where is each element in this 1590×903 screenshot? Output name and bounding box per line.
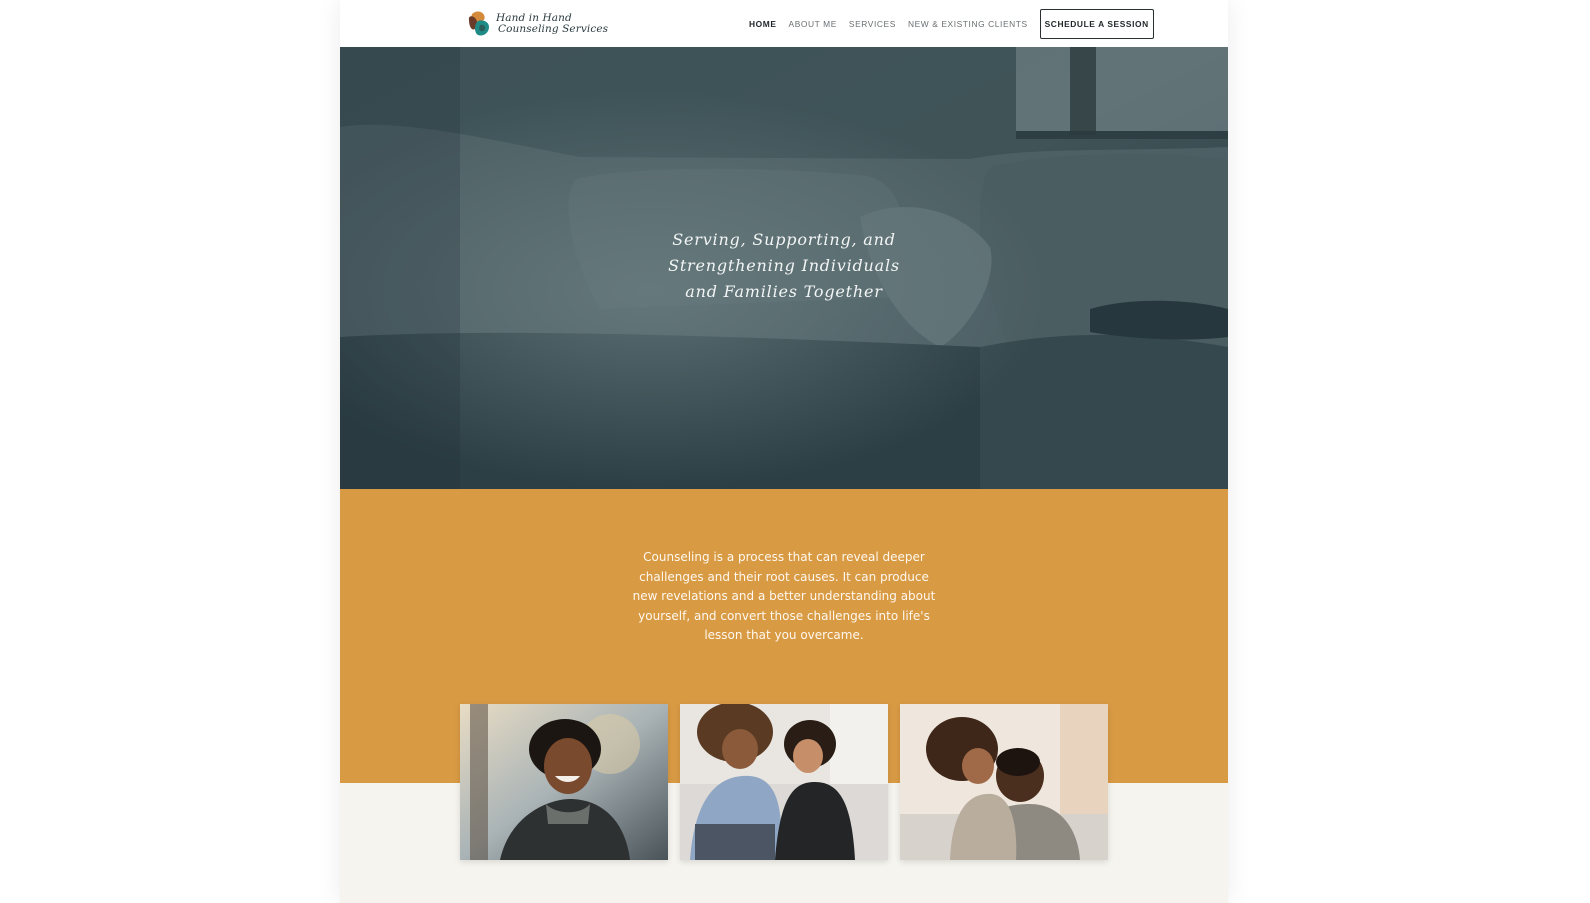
hero-heading-line-1: Serving, Supporting, and [672,230,896,249]
photo-father-hugging-child [900,704,1108,860]
hero-heading-line-3: and Families Together [685,282,883,301]
nav-home[interactable]: HOME [749,19,777,29]
nav-about-me[interactable]: ABOUT ME [789,19,837,29]
hero-section: Serving, Supporting, and Strengthening I… [340,47,1228,489]
site-header: Hand in Hand Counseling Services HOME AB… [340,0,1228,47]
main-nav: HOME ABOUT ME SERVICES NEW & EXISTING CL… [749,9,1154,39]
site-logo[interactable]: Hand in Hand Counseling Services [466,9,608,39]
intro-paragraph: Counseling is a process that can reveal … [632,550,936,642]
logo-line-2: Counseling Services [498,23,609,35]
logo-wordmark: Hand in Hand Counseling Services [496,13,608,35]
hero-heading: Serving, Supporting, and Strengthening I… [584,227,984,305]
page-container: Hand in Hand Counseling Services HOME AB… [340,0,1228,903]
hero-heading-line-2: Strengthening Individuals [668,256,900,275]
schedule-session-button[interactable]: SCHEDULE A SESSION [1039,9,1154,39]
photo-two-women-comforting [680,704,888,860]
nav-services[interactable]: SERVICES [849,19,896,29]
nav-new-existing-clients[interactable]: NEW & EXISTING CLIENTS [908,19,1028,29]
hands-logo-icon [468,11,489,36]
photo-woman-smiling [460,704,668,860]
